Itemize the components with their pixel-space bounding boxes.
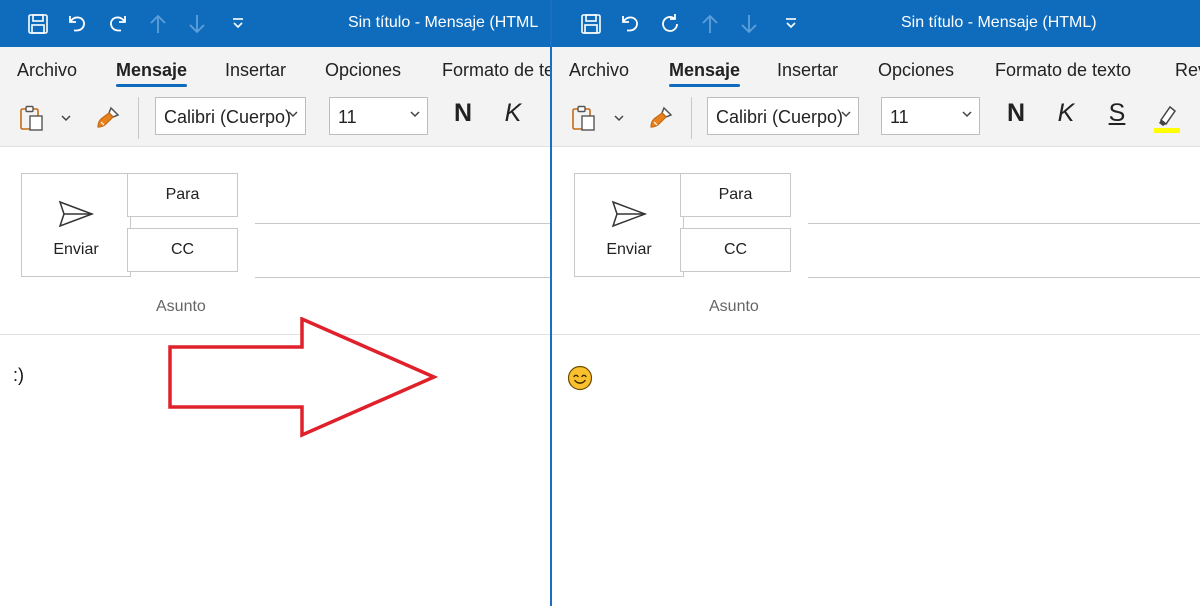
tab-mensaje[interactable]: Mensaje	[669, 60, 741, 87]
format-painter-icon[interactable]	[646, 101, 676, 135]
italic-button[interactable]: K	[1051, 99, 1081, 128]
bold-button[interactable]: N	[1001, 99, 1031, 128]
chevron-down-icon	[410, 111, 420, 118]
left-window: Sin título - Mensaje (HTML Archivo Mensa…	[0, 0, 550, 606]
down-arrow-icon[interactable]	[735, 10, 763, 38]
tab-formato-de-texto[interactable]: Formato de texto	[995, 60, 1131, 81]
tab-formato-de-texto[interactable]: Formato de te	[442, 60, 550, 81]
font-name-combo[interactable]: Calibri (Cuerpo)	[707, 97, 859, 135]
tab-insertar[interactable]: Insertar	[777, 60, 838, 81]
chevron-down-icon	[288, 111, 298, 118]
chevron-down-icon	[962, 111, 972, 118]
ribbon-toolbar: Calibri (Cuerpo) 11 N K	[0, 91, 550, 147]
send-icon	[58, 200, 95, 228]
ribbon-separator	[691, 97, 692, 139]
undo-icon[interactable]	[616, 10, 644, 38]
subject-label: Asunto	[156, 298, 206, 315]
smiling-face-emoji-icon	[567, 365, 593, 391]
to-button[interactable]: Para	[680, 173, 791, 217]
title-bar: Sin título - Mensaje (HTML)	[552, 0, 1200, 47]
send-label: Enviar	[606, 241, 652, 258]
cc-field[interactable]	[808, 277, 1200, 278]
send-icon	[611, 200, 648, 228]
ribbon-separator	[138, 97, 139, 139]
cc-button[interactable]: CC	[680, 228, 791, 272]
cc-field[interactable]	[255, 277, 550, 278]
redo-icon[interactable]	[104, 10, 132, 38]
send-button[interactable]: Enviar	[574, 173, 684, 277]
customize-icon[interactable]	[777, 10, 805, 38]
cc-button[interactable]: CC	[127, 228, 238, 272]
message-body[interactable]	[567, 365, 593, 396]
send-label: Enviar	[53, 241, 99, 258]
up-arrow-icon[interactable]	[696, 10, 724, 38]
save-icon[interactable]	[577, 10, 605, 38]
font-size-value: 11	[338, 107, 357, 127]
save-icon[interactable]	[24, 10, 52, 38]
tab-opciones[interactable]: Opciones	[878, 60, 954, 81]
customize-icon[interactable]	[224, 10, 252, 38]
to-button[interactable]: Para	[127, 173, 238, 217]
ribbon-tabs: Archivo Mensaje Insertar Opciones Format…	[0, 47, 550, 91]
paste-dropdown-chevron-icon[interactable]	[611, 101, 627, 135]
font-size-value: 11	[890, 107, 909, 127]
ribbon-toolbar: Calibri (Cuerpo) 11 N K S	[552, 91, 1200, 147]
repeat-icon[interactable]	[656, 10, 684, 38]
bold-button[interactable]: N	[448, 99, 478, 128]
right-window: Sin título - Mensaje (HTML) Archivo Mens…	[552, 0, 1200, 606]
chevron-down-icon	[841, 111, 851, 118]
tab-opciones[interactable]: Opciones	[325, 60, 401, 81]
undo-icon[interactable]	[63, 10, 91, 38]
tab-insertar[interactable]: Insertar	[225, 60, 286, 81]
paste-icon[interactable]	[568, 101, 600, 135]
ribbon-tabs: Archivo Mensaje Insertar Opciones Format…	[552, 47, 1200, 91]
window-title: Sin título - Mensaje (HTML	[348, 14, 539, 31]
font-name-value: Calibri (Cuerpo)	[716, 107, 842, 127]
tab-mensaje[interactable]: Mensaje	[116, 60, 188, 87]
highlighter-icon[interactable]	[1152, 101, 1182, 135]
tab-archivo[interactable]: Archivo	[17, 60, 77, 81]
tab-revisar[interactable]: Rev	[1175, 60, 1200, 81]
italic-button[interactable]: K	[498, 99, 528, 128]
font-size-combo[interactable]: 11	[329, 97, 428, 135]
up-arrow-icon[interactable]	[144, 10, 172, 38]
send-button[interactable]: Enviar	[21, 173, 131, 277]
title-bar: Sin título - Mensaje (HTML	[0, 0, 550, 47]
red-arrow-icon	[168, 317, 438, 438]
font-size-combo[interactable]: 11	[881, 97, 980, 135]
paste-dropdown-chevron-icon[interactable]	[58, 101, 74, 135]
tab-archivo[interactable]: Archivo	[569, 60, 629, 81]
font-name-combo[interactable]: Calibri (Cuerpo)	[155, 97, 306, 135]
subject-label: Asunto	[709, 298, 759, 315]
window-title: Sin título - Mensaje (HTML)	[901, 14, 1097, 31]
format-painter-icon[interactable]	[93, 101, 123, 135]
header-separator	[552, 334, 1200, 335]
message-body[interactable]: :)	[13, 365, 24, 386]
paste-icon[interactable]	[16, 101, 48, 135]
to-field[interactable]	[255, 223, 550, 224]
down-arrow-icon[interactable]	[183, 10, 211, 38]
to-field[interactable]	[808, 223, 1200, 224]
font-name-value: Calibri (Cuerpo)	[164, 107, 290, 127]
strikethrough-button[interactable]: S	[1102, 99, 1132, 128]
